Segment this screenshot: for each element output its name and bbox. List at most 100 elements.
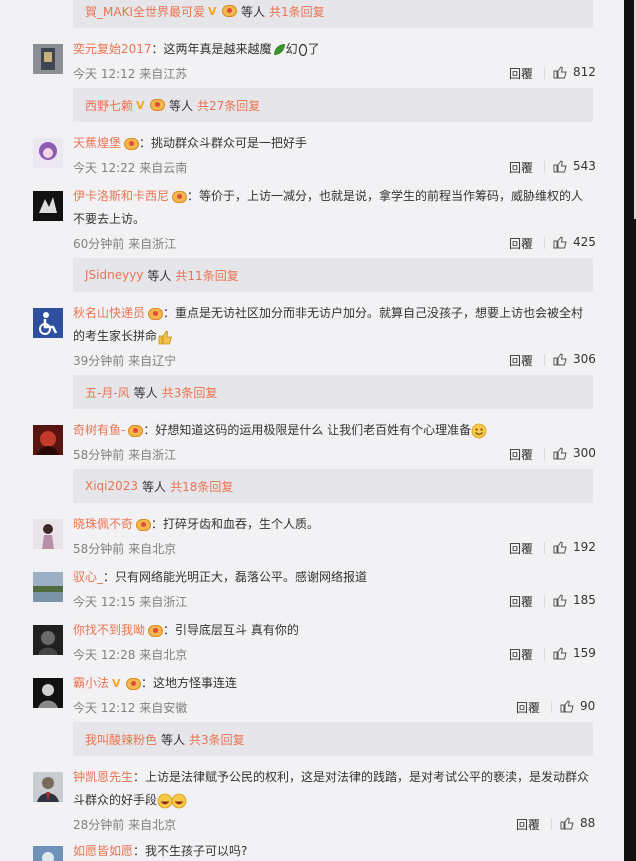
more-replies-user[interactable]: JSidneyyy	[85, 268, 143, 282]
vip-badge-icon	[221, 5, 237, 17]
comment-text: 奕元复始2017：这两年真是越来越魔幻了	[73, 38, 593, 61]
reply-button[interactable]: 回覆	[509, 646, 533, 663]
more-replies-row[interactable]: 西野七赖 V 等人 共27条回复	[73, 88, 593, 122]
reply-button[interactable]: 回覆	[516, 699, 540, 716]
thumbs-up-icon[interactable]	[553, 593, 567, 607]
more-replies-suffix: 等人	[161, 732, 186, 747]
avatar[interactable]	[33, 308, 63, 338]
comment-content: ：只有网络能光明正大，磊落公平。感谢网络报道	[103, 570, 368, 584]
avatar[interactable]	[33, 846, 63, 861]
reply-button[interactable]: 回覆	[509, 593, 533, 610]
reply-button[interactable]: 回覆	[509, 65, 533, 82]
reply-button[interactable]: 回覆	[509, 235, 533, 252]
more-replies-count[interactable]: 共3条回复	[189, 731, 245, 748]
comment-author[interactable]: 钟凯恩先生	[73, 770, 133, 784]
avatar[interactable]	[33, 772, 63, 802]
comment-author[interactable]: 晓珠佩不奇	[73, 517, 133, 531]
more-replies-count[interactable]: 共27条回复	[197, 97, 260, 114]
comment-time: 今天 12:15 来自浙江	[73, 595, 188, 609]
comment-time: 今天 12:28 来自北京	[73, 648, 188, 662]
comment-author[interactable]: 如愿皆如愿	[73, 844, 133, 858]
more-replies-row[interactable]: 五-月-风 等人 共3条回复	[73, 375, 593, 409]
more-replies-suffix: 等人	[142, 479, 167, 494]
avatar[interactable]	[33, 138, 63, 168]
thumbs-up-icon[interactable]	[553, 446, 567, 460]
divider	[544, 595, 545, 607]
more-replies-count[interactable]: 共11条回复	[175, 267, 238, 284]
vip-badge-icon	[126, 677, 142, 690]
thumbs-up-icon[interactable]	[560, 816, 574, 830]
like-count: 425	[573, 235, 596, 249]
more-replies-user[interactable]: 我叫酸辣粉色	[85, 731, 157, 748]
more-replies-user[interactable]: 五-月-风	[85, 384, 130, 401]
like-count: 306	[573, 352, 596, 366]
comment-text: 霸小法 V ：这地方怪事连连	[73, 672, 593, 695]
comment-content: ：好想知道这码的运用极限是什么 让我们老百姓有个心理准备	[143, 423, 472, 437]
reply-button[interactable]: 回覆	[509, 446, 533, 463]
reply-button[interactable]: 回覆	[509, 159, 533, 176]
comment-author[interactable]: 天蕉煌堡	[73, 136, 121, 150]
more-replies-user[interactable]: Xiqi2023	[85, 479, 138, 493]
like-count: 543	[573, 159, 596, 173]
comment-author[interactable]: 驭心_	[73, 570, 103, 584]
vip-badge-icon	[172, 190, 188, 203]
comment-author[interactable]: 奕元复始2017	[73, 42, 152, 56]
more-replies-count[interactable]: 共1条回复	[269, 3, 325, 20]
divider	[544, 542, 545, 554]
comment-author[interactable]: 你找不到我呦	[73, 623, 145, 637]
comment-content: ：我不生孩子可以吗?	[133, 844, 248, 858]
more-replies-count[interactable]: 共3条回复	[162, 384, 218, 401]
more-replies-user[interactable]: 賀_MAKI全世界最可爱	[85, 3, 205, 20]
comment-text: 驭心_：只有网络能光明正大，磊落公平。感谢网络报道	[73, 566, 593, 589]
comment-content: ：引导底层互斗 真有你的	[163, 623, 299, 637]
comment-author[interactable]: 伊卡洛斯和卡西尼	[73, 189, 169, 203]
more-replies-count[interactable]: 共18条回复	[170, 478, 233, 495]
window-edge	[624, 0, 636, 861]
reply-button[interactable]: 回覆	[509, 352, 533, 369]
vip-badge-icon	[124, 137, 140, 150]
comment-text: 你找不到我呦 ：引导底层互斗 真有你的	[73, 619, 593, 642]
divider	[544, 161, 545, 173]
vip-badge-icon	[148, 624, 164, 637]
more-replies-user[interactable]: 西野七赖	[85, 97, 133, 114]
avatar[interactable]	[33, 425, 63, 455]
thumbs-up-icon[interactable]	[553, 646, 567, 660]
like-count: 88	[580, 816, 596, 830]
comment-text: 如愿皆如愿：我不生孩子可以吗?	[73, 840, 593, 861]
thumbs-up-icon[interactable]	[553, 159, 567, 173]
reply-button[interactable]: 回覆	[516, 816, 540, 833]
divider	[544, 354, 545, 366]
vip-badge-icon	[148, 307, 164, 320]
more-replies-row[interactable]: 我叫酸辣粉色 等人 共3条回复	[73, 722, 593, 756]
avatar[interactable]	[33, 678, 63, 708]
more-replies-suffix: 等人	[240, 4, 265, 19]
thumbs-up-icon[interactable]	[553, 352, 567, 366]
avatar[interactable]	[33, 572, 63, 602]
comment-text: 奇树有鱼- ：好想知道这码的运用极限是什么 让我们老百姓有个心理准备	[73, 419, 593, 442]
divider	[544, 237, 545, 249]
like-count: 812	[573, 65, 596, 79]
comment-content: ：这两年真是越来越魔	[151, 42, 272, 56]
thumbs-up-icon[interactable]	[553, 540, 567, 554]
more-replies-suffix: 等人	[169, 98, 194, 113]
thumbs-up-emoji-icon	[158, 329, 173, 344]
thumbs-up-icon[interactable]	[560, 699, 574, 713]
verified-v-icon: V	[207, 4, 217, 18]
more-replies-row[interactable]: JSidneyyy 等人 共11条回复	[73, 258, 593, 292]
avatar[interactable]	[33, 625, 63, 655]
more-replies-row[interactable]: Xiqi2023 等人 共18条回复	[73, 469, 593, 503]
thumbs-up-icon[interactable]	[553, 65, 567, 79]
thumbs-up-icon[interactable]	[553, 235, 567, 249]
comment-author[interactable]: 秋名山快递员	[73, 306, 145, 320]
avatar[interactable]	[33, 44, 63, 74]
comment-author[interactable]: 奇树有鱼-	[73, 423, 125, 437]
avatar[interactable]	[33, 519, 63, 549]
comment-author[interactable]: 霸小法	[73, 676, 109, 690]
avatar[interactable]	[33, 191, 63, 221]
reply-button[interactable]: 回覆	[509, 540, 533, 557]
comment-content-tail: 幻	[285, 42, 298, 56]
more-replies-row[interactable]: 賀_MAKI全世界最可爱 V 等人 共1条回复	[73, 0, 593, 28]
divider	[544, 648, 545, 660]
divider	[544, 448, 545, 460]
divider	[551, 818, 552, 830]
